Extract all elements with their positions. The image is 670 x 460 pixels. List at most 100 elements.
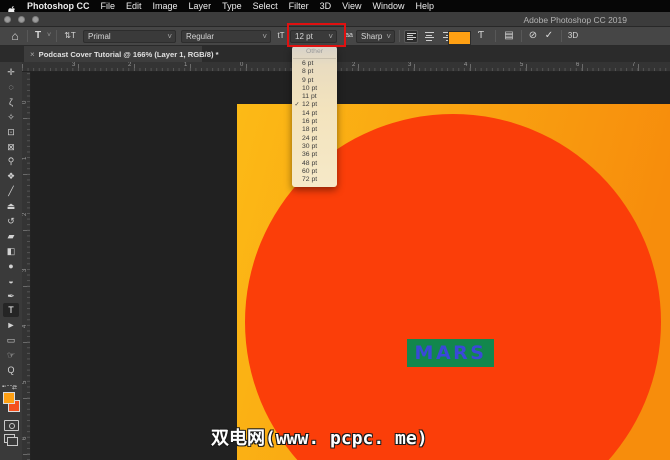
size-option-9pt[interactable]: 9 pt [292, 77, 337, 85]
checkmark-icon [292, 126, 302, 134]
checkmark-icon [292, 68, 302, 76]
crop-tool[interactable]: ⊡ [3, 125, 19, 139]
font-style-select[interactable]: Regular ˅ [181, 30, 271, 43]
size-option-72pt[interactable]: 72 pt [292, 176, 337, 184]
3d-button[interactable]: 3D [565, 29, 581, 43]
cancel-edit-icon[interactable]: ⊘ [526, 29, 540, 43]
checkmark-icon [292, 118, 302, 126]
menu-filter[interactable]: Filter [289, 0, 309, 12]
tab-close-icon[interactable]: × [30, 50, 35, 59]
size-option-14pt[interactable]: 14 pt [292, 110, 337, 118]
brush-tool[interactable]: ╱ [3, 184, 19, 198]
hand-tool[interactable]: ☞ [3, 348, 19, 362]
swap-colors-icon[interactable]: ⇄ [12, 384, 17, 391]
font-size-icon: tT [274, 29, 288, 43]
size-option-8pt[interactable]: 8 pt [292, 68, 337, 76]
menu-view[interactable]: View [342, 0, 361, 12]
menu-type[interactable]: Type [222, 0, 242, 12]
clone-stamp-tool[interactable]: ⏏ [3, 199, 19, 213]
window-close-button[interactable] [4, 16, 11, 23]
window-minimize-button[interactable] [18, 16, 25, 23]
size-option-18pt[interactable]: 18 pt [292, 126, 337, 134]
checkmark-icon [292, 160, 302, 168]
font-family-select[interactable]: Primal ˅ [83, 30, 176, 43]
align-center-button[interactable] [422, 30, 436, 43]
type-tool[interactable]: T [3, 303, 19, 317]
ruler-v-label: 6 [22, 437, 28, 440]
size-option-label: 36 pt [302, 151, 317, 159]
menu-help[interactable]: Help [415, 0, 434, 12]
text-color-swatch[interactable] [448, 31, 471, 45]
home-icon[interactable]: ⌂ [7, 29, 23, 43]
type-tool-chevron-icon[interactable]: ˅ [45, 29, 53, 43]
eraser-tool[interactable]: ▰ [3, 229, 19, 243]
shape-tool[interactable]: ▭ [3, 333, 19, 347]
pen-tool[interactable]: ✒ [3, 289, 19, 303]
size-option-label: 24 pt [302, 135, 317, 143]
path-selection-tool[interactable]: ► [3, 318, 19, 332]
checkmark-icon [292, 135, 302, 143]
menu-window[interactable]: Window [372, 0, 404, 12]
blur-tool[interactable]: ● [3, 259, 19, 273]
anti-alias-select[interactable]: Sharp ˅ [356, 30, 395, 43]
history-brush-tool[interactable]: ↺ [3, 214, 19, 228]
document-tab[interactable]: × Podcast Cover Tutorial @ 166% (Layer 1… [24, 46, 202, 62]
quick-mask-icon[interactable] [4, 420, 19, 431]
checkmark-icon: ✓ [292, 101, 302, 109]
size-option-10pt[interactable]: 10 pt [292, 85, 337, 93]
horizontal-ruler[interactable]: 32101234567 [22, 62, 670, 72]
dodge-tool[interactable]: ◒ [3, 274, 19, 288]
size-option-24pt[interactable]: 24 pt [292, 135, 337, 143]
menu-file[interactable]: File [101, 0, 116, 12]
move-tool[interactable]: ✛ [3, 65, 19, 79]
menu-photoshop-cc[interactable]: Photoshop CC [27, 0, 90, 12]
type-tool-icon[interactable]: T [31, 29, 45, 43]
align-left-button[interactable] [404, 30, 418, 43]
menu-image[interactable]: Image [153, 0, 178, 12]
size-option-36pt[interactable]: 36 pt [292, 151, 337, 159]
commit-edit-icon[interactable]: ✓ [542, 29, 556, 43]
font-size-dropdown-menu: Other 6 pt8 pt9 pt10 pt11 pt✓12 pt14 pt1… [292, 46, 337, 187]
text-orientation-icon[interactable]: ⇅T [61, 29, 79, 43]
ruler-h-label: 4 [464, 62, 467, 68]
size-option-label: 9 pt [302, 77, 313, 85]
selected-text-layer[interactable]: MARS [407, 339, 494, 367]
canvas-workspace: MARS [31, 72, 670, 460]
toggle-panels-icon[interactable]: ▤ [501, 29, 517, 43]
ruler-h-label: 0 [240, 62, 243, 68]
marquee-tool[interactable]: ◌ [3, 80, 19, 94]
default-colors-icon[interactable]: ▪▫ [2, 384, 6, 390]
size-option-12pt[interactable]: ✓12 pt [292, 101, 337, 109]
apple-icon[interactable] [8, 2, 16, 10]
size-option-30pt[interactable]: 30 pt [292, 143, 337, 151]
zoom-tool[interactable]: Q [3, 363, 19, 377]
ruler-v-label: 0 [22, 101, 28, 104]
gradient-tool[interactable]: ◧ [3, 244, 19, 258]
menu-edit[interactable]: Edit [126, 0, 142, 12]
size-option-48pt[interactable]: 48 pt [292, 160, 337, 168]
menu-3d[interactable]: 3D [320, 0, 332, 12]
size-option-11pt[interactable]: 11 pt [292, 93, 337, 101]
warp-text-icon[interactable]: Ƭ [474, 29, 488, 43]
size-option-other[interactable]: Other [292, 46, 337, 58]
foreground-color-swatch[interactable] [3, 392, 15, 404]
size-option-60pt[interactable]: 60 pt [292, 168, 337, 176]
window-zoom-button[interactable] [32, 16, 39, 23]
menu-layer[interactable]: Layer [189, 0, 212, 12]
healing-brush-tool[interactable]: ❖ [3, 169, 19, 183]
chevron-down-icon: ˅ [262, 31, 267, 43]
size-option-6pt[interactable]: 6 pt [292, 60, 337, 68]
font-family-value: Primal [88, 32, 111, 41]
size-option-label: 18 pt [302, 126, 317, 134]
ruler-h-label: 5 [520, 62, 523, 68]
eyedropper-tool[interactable]: ⚲ [3, 154, 19, 168]
vertical-ruler[interactable]: 0123456 [22, 62, 31, 460]
frame-tool[interactable]: ⊠ [3, 140, 19, 154]
screen-mode-icon[interactable] [4, 434, 15, 443]
ruler-v-label: 1 [22, 157, 28, 160]
lasso-tool[interactable]: ζ [3, 95, 19, 109]
size-option-16pt[interactable]: 16 pt [292, 118, 337, 126]
menu-select[interactable]: Select [253, 0, 278, 12]
annotation-highlight-rectangle [287, 23, 346, 47]
quick-selection-tool[interactable]: ✧ [3, 110, 19, 124]
